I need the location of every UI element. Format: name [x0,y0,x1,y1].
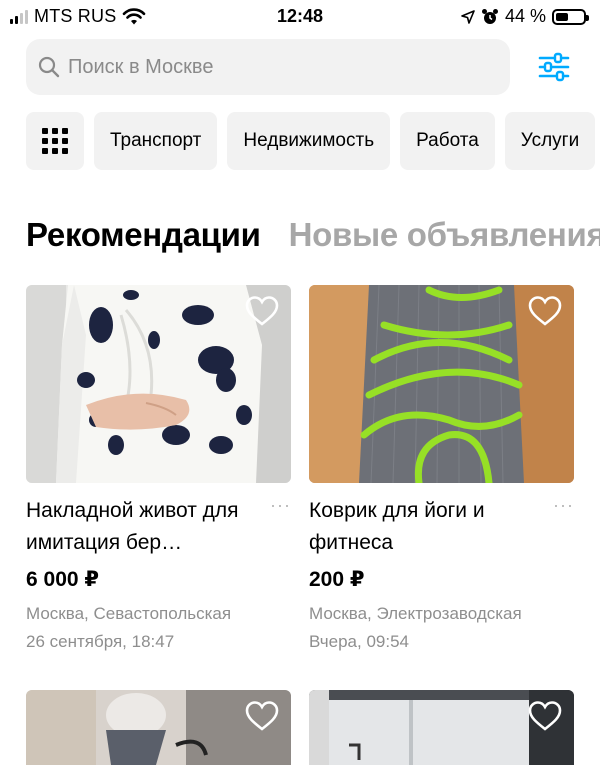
listing-card[interactable] [26,690,291,765]
listing-price: 200 ₽ [309,568,365,591]
listing-title[interactable]: Коврик для йоги и фитнеса [309,495,539,559]
tab-recommendations[interactable]: Рекомендации [26,216,261,254]
listing-photo[interactable] [26,285,291,483]
tab-new-listings[interactable]: Новые объявления [289,216,600,254]
battery-percent: 44 % [504,6,546,26]
favorite-heart-icon[interactable] [528,700,562,732]
location-arrow-icon [461,9,475,24]
category-chip-transport[interactable]: Транспорт [94,112,218,170]
listing-photo[interactable] [26,690,291,765]
favorite-heart-icon[interactable] [245,295,279,327]
listing-price: 6 000 ₽ [26,568,99,591]
listing-photo[interactable] [309,690,574,765]
grid-icon [42,128,68,154]
category-chip-realty[interactable]: Недвижимость [227,112,391,170]
more-options-button[interactable]: ··· [270,495,291,559]
listing-photo[interactable] [309,285,574,483]
listing-card[interactable]: Коврик для йоги и фитнеса ··· 200 ₽ Моск… [309,285,574,656]
favorite-heart-icon[interactable] [528,295,562,327]
search-input[interactable] [66,54,470,80]
filter-button[interactable] [530,47,578,87]
listing-location: Москва, Электрозаводская [309,604,522,623]
battery-icon [552,8,589,25]
listing-date: Вчера, 09:54 [309,632,409,651]
listing-date: 26 сентября, 18:47 [26,632,175,651]
search-icon [38,56,60,78]
listing-card[interactable]: Накладной живот для имитация бер… ··· 6 … [26,285,291,656]
search-bar[interactable] [26,39,510,95]
more-options-button[interactable]: ··· [553,495,574,559]
listing-title[interactable]: Накладной живот для имитация бер… [26,495,256,559]
favorite-heart-icon[interactable] [245,700,279,732]
category-chip-services[interactable]: Услуги [504,112,596,170]
filter-sliders-icon [538,52,570,82]
all-categories-button[interactable] [26,112,84,170]
status-bar: MTS RUS 12:48 44 % [0,0,600,34]
category-chip-jobs[interactable]: Работа [400,112,495,170]
category-chips: Транспорт Недвижимость Работа Услуги [26,112,596,170]
feed-tabs: Рекомендации Новые объявления [26,216,600,254]
alarm-icon [481,8,498,24]
listing-location: Москва, Севастопольская [26,604,232,623]
listing-card[interactable] [309,690,574,765]
